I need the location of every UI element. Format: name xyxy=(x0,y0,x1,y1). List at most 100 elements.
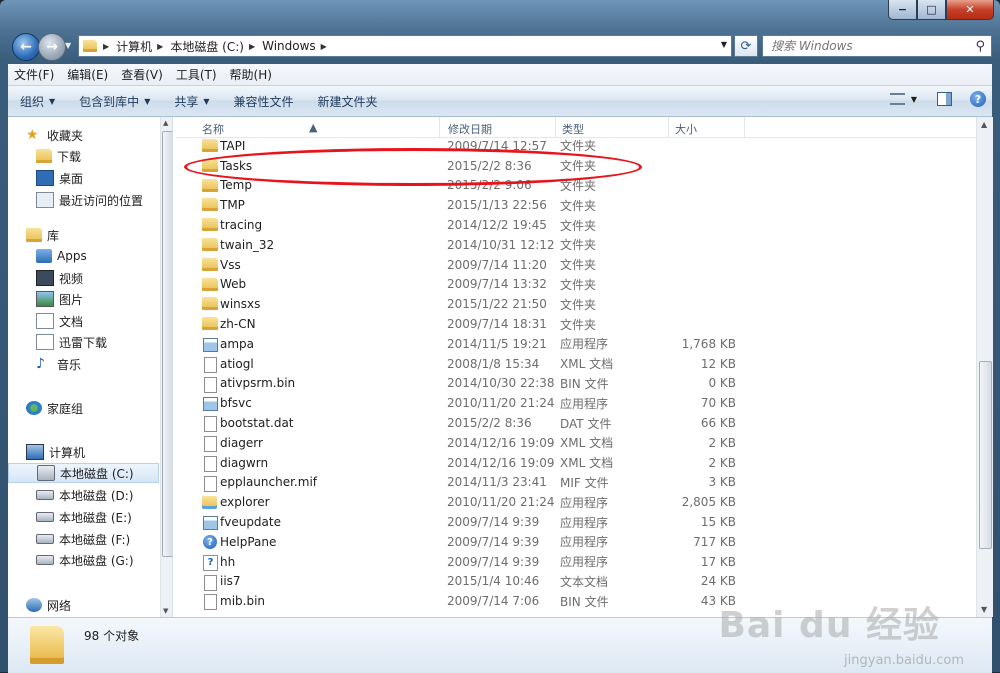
scroll-up-icon[interactable]: ▲ xyxy=(981,120,987,129)
table-row[interactable]: twain_32 2014/10/31 12:12 文件夹 xyxy=(190,235,750,255)
column-date[interactable]: 修改日期 xyxy=(448,121,492,137)
table-row[interactable]: bfsvc 2010/11/20 21:24 应用程序 70 KB xyxy=(190,393,750,413)
nav-drive-e[interactable]: 本地磁盘 (E:) xyxy=(36,507,132,527)
table-row[interactable]: epplauncher.mif 2014/11/3 23:41 MIF 文件 3 KB xyxy=(190,473,750,493)
nav-network[interactable]: 网络 xyxy=(26,595,71,615)
file-type: XML 文档 xyxy=(560,436,614,451)
nav-favorites[interactable]: ★ 收藏夹 xyxy=(26,125,83,145)
chevron-right-icon[interactable]: ▶ xyxy=(321,42,327,51)
file-name: tracing xyxy=(220,218,263,233)
nav-computer[interactable]: 计算机 xyxy=(26,442,85,462)
nav-label: 音乐 xyxy=(57,357,82,372)
compat-files-button[interactable]: 兼容性文件 xyxy=(234,93,294,110)
table-row[interactable]: diagwrn 2014/12/16 19:09 XML 文档 2 KB xyxy=(190,453,750,473)
view-details-icon[interactable] xyxy=(889,93,905,105)
chevron-down-icon: ▼ xyxy=(49,96,56,106)
nav-music[interactable]: ♪ 音乐 xyxy=(36,354,81,374)
new-folder-button[interactable]: 新建文件夹 xyxy=(318,93,378,110)
nav-videos[interactable]: 视频 xyxy=(36,268,83,288)
nav-drive-g[interactable]: 本地磁盘 (G:) xyxy=(36,550,134,570)
file-date: 2010/11/20 21:24 xyxy=(447,495,555,510)
nav-documents[interactable]: 文档 xyxy=(36,311,83,331)
file-date: 2009/7/14 18:31 xyxy=(447,317,547,332)
table-row[interactable]: Vss 2009/7/14 11:20 文件夹 xyxy=(190,255,750,275)
list-scrollbar[interactable]: ▲ ▼ xyxy=(976,117,993,617)
search-box[interactable]: ⚲ xyxy=(762,35,992,57)
nav-recent[interactable]: 最近访问的位置 xyxy=(36,190,143,210)
table-row[interactable]: atiogl 2008/1/8 15:34 XML 文档 12 KB xyxy=(190,354,750,374)
nav-apps[interactable]: Apps xyxy=(36,246,87,266)
file-date: 2008/1/8 15:34 xyxy=(447,356,540,371)
nav-scroll-thumb[interactable] xyxy=(162,131,172,557)
chevron-down-icon[interactable]: ▼ xyxy=(911,95,917,104)
address-bar[interactable]: ▶ 计算机 ▶ 本地磁盘 (C:) ▶ Windows ▶ ▼ xyxy=(78,35,732,57)
chevron-right-icon[interactable]: ▶ xyxy=(157,42,163,51)
table-row[interactable]: ? HelpPane 2009/7/14 9:39 应用程序 717 KB xyxy=(190,532,750,552)
table-row[interactable]: ativpsrm.bin 2014/10/30 22:38 BIN 文件 0 KB xyxy=(190,374,750,394)
nav-scrollbar[interactable]: ▲ ▼ xyxy=(160,117,172,617)
drive-icon xyxy=(36,534,54,544)
search-input[interactable] xyxy=(769,38,976,54)
recent-pages-dropdown[interactable]: ▼ xyxy=(65,41,71,50)
table-row[interactable]: winsxs 2015/1/22 21:50 文件夹 xyxy=(190,294,750,314)
list-scroll-thumb[interactable] xyxy=(979,361,992,549)
table-row[interactable]: Tasks 2015/2/2 8:36 文件夹 xyxy=(190,156,750,176)
organize-button[interactable]: 组织 ▼ xyxy=(20,93,55,110)
file-name: bootstat.dat xyxy=(220,416,294,431)
menu-help[interactable]: 帮助(H) xyxy=(230,66,272,83)
preview-pane-icon[interactable] xyxy=(937,92,952,106)
breadcrumb-windows[interactable]: Windows xyxy=(262,39,316,53)
breadcrumb-drive-c[interactable]: 本地磁盘 (C:) xyxy=(170,38,244,55)
share-button[interactable]: 共享 ▼ xyxy=(174,93,209,110)
scroll-down-icon[interactable]: ▼ xyxy=(163,607,168,615)
chevron-right-icon[interactable]: ▶ xyxy=(103,42,109,51)
table-row[interactable]: Web 2009/7/14 13:32 文件夹 xyxy=(190,275,750,295)
help-icon[interactable]: ? xyxy=(970,91,986,107)
scroll-down-icon[interactable]: ▼ xyxy=(981,605,987,614)
table-row[interactable]: Temp 2015/2/2 9:06 文件夹 xyxy=(190,176,750,196)
address-dropdown[interactable]: ▼ xyxy=(721,40,727,49)
maximize-button[interactable]: □ xyxy=(917,0,946,20)
menu-file[interactable]: 文件(F) xyxy=(14,66,54,83)
forward-button[interactable]: → xyxy=(38,33,66,61)
table-row[interactable]: zh-CN 2009/7/14 18:31 文件夹 xyxy=(190,314,750,334)
menu-edit[interactable]: 编辑(E) xyxy=(67,66,108,83)
nav-homegroup[interactable]: 家庭组 xyxy=(26,398,83,418)
table-row[interactable]: ? hh 2009/7/14 9:39 应用程序 17 KB xyxy=(190,552,750,572)
chevron-right-icon[interactable]: ▶ xyxy=(249,42,255,51)
table-row[interactable]: diagerr 2014/12/16 19:09 XML 文档 2 KB xyxy=(190,433,750,453)
table-row[interactable]: explorer 2010/11/20 21:24 应用程序 2,805 KB xyxy=(190,492,750,512)
menu-view[interactable]: 查看(V) xyxy=(121,66,163,83)
table-row[interactable]: mib.bin 2009/7/14 7:06 BIN 文件 43 KB xyxy=(190,591,750,611)
nav-pictures[interactable]: 图片 xyxy=(36,289,83,309)
nav-drive-c[interactable]: 本地磁盘 (C:) xyxy=(8,463,159,483)
nav-libraries[interactable]: 库 xyxy=(26,225,59,245)
include-library-button[interactable]: 包含到库中 ▼ xyxy=(79,93,150,110)
menu-tools[interactable]: 工具(T) xyxy=(176,66,217,83)
table-row[interactable]: tracing 2014/12/2 19:45 文件夹 xyxy=(190,215,750,235)
column-type[interactable]: 类型 xyxy=(562,121,584,137)
table-row[interactable]: bootstat.dat 2015/2/2 8:36 DAT 文件 66 KB xyxy=(190,413,750,433)
table-row[interactable]: ampa 2014/11/5 19:21 应用程序 1,768 KB xyxy=(190,334,750,354)
nav-drive-d[interactable]: 本地磁盘 (D:) xyxy=(36,485,133,505)
table-row[interactable]: TAPI 2009/7/14 12:57 文件夹 xyxy=(190,136,750,156)
search-icon[interactable]: ⚲ xyxy=(975,39,985,54)
table-row[interactable]: iis7 2015/1/4 10:46 文本文档 24 KB xyxy=(190,572,750,592)
network-icon xyxy=(26,598,42,612)
back-button[interactable]: ← xyxy=(12,33,40,61)
nav-desktop[interactable]: 桌面 xyxy=(36,168,83,188)
close-button[interactable]: ✕ xyxy=(946,0,994,20)
table-row[interactable]: TMP 2015/1/13 22:56 文件夹 xyxy=(190,195,750,215)
nav-downloads[interactable]: 下载 xyxy=(36,146,81,166)
nav-xunlei[interactable]: 迅雷下载 xyxy=(36,332,107,352)
nav-drive-f[interactable]: 本地磁盘 (F:) xyxy=(36,529,130,549)
refresh-button[interactable]: ⟳ xyxy=(734,35,758,57)
column-name[interactable]: 名称 xyxy=(202,121,224,137)
scroll-up-icon[interactable]: ▲ xyxy=(163,119,168,127)
table-row[interactable]: fveupdate 2009/7/14 9:39 应用程序 15 KB xyxy=(190,512,750,532)
column-size[interactable]: 大小 xyxy=(675,121,697,137)
nav-label: 网络 xyxy=(47,598,72,613)
breadcrumb-computer[interactable]: 计算机 xyxy=(116,38,152,55)
file-name: fveupdate xyxy=(220,515,281,530)
minimize-button[interactable]: − xyxy=(888,0,917,20)
